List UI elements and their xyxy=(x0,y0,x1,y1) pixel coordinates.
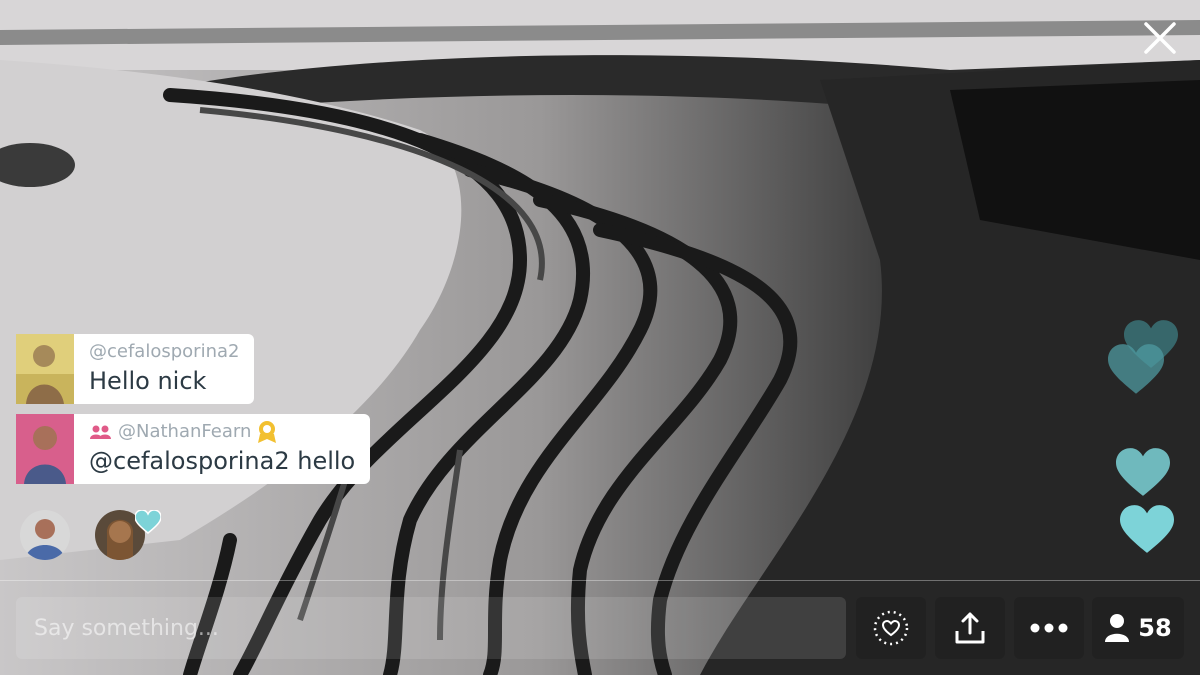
close-icon xyxy=(1144,22,1176,54)
share-button[interactable] xyxy=(935,597,1005,659)
heart-outline-icon xyxy=(873,610,909,646)
viewers-button[interactable]: 58 xyxy=(1092,597,1184,659)
heart-icon xyxy=(1116,448,1170,496)
avatar[interactable] xyxy=(16,414,74,484)
heart-icon xyxy=(1108,344,1164,394)
chat-list: @cefalosporina2 Hello nick @NathanFearn xyxy=(16,334,371,494)
share-icon xyxy=(955,612,985,644)
heart-icon xyxy=(1120,505,1174,553)
chat-username[interactable]: @cefalosporina2 xyxy=(89,340,239,364)
people-icon xyxy=(90,425,111,439)
chat-bubble: @NathanFearn @cefalosporina2 hello xyxy=(74,414,371,484)
chat-message: @cefalosporina2 Hello nick xyxy=(16,334,370,404)
chat-username-text: @cefalosporina2 xyxy=(89,341,240,362)
comment-box[interactable] xyxy=(16,597,846,659)
person-icon xyxy=(1105,614,1130,642)
more-button[interactable] xyxy=(1014,597,1084,659)
chat-username[interactable]: @NathanFearn xyxy=(89,420,355,444)
chat-text: @cefalosporina2 hello xyxy=(89,447,356,475)
chat-username-text: @NathanFearn xyxy=(118,421,252,442)
close-button[interactable] xyxy=(1142,20,1178,56)
more-icon xyxy=(1030,623,1068,633)
heart-icon xyxy=(135,510,161,534)
avatar[interactable] xyxy=(16,334,74,404)
divider xyxy=(0,580,1200,581)
chat-bubble: @cefalosporina2 Hello nick xyxy=(74,334,255,404)
heart-button[interactable] xyxy=(856,597,926,659)
viewer-count: 58 xyxy=(1138,614,1172,642)
chat-message: @NathanFearn @cefalosporina2 hello xyxy=(16,414,371,484)
chat-text: Hello nick xyxy=(89,367,207,395)
viewer-avatar[interactable] xyxy=(20,510,70,560)
superfan-badge-icon xyxy=(258,421,277,443)
comment-input[interactable] xyxy=(16,597,846,659)
